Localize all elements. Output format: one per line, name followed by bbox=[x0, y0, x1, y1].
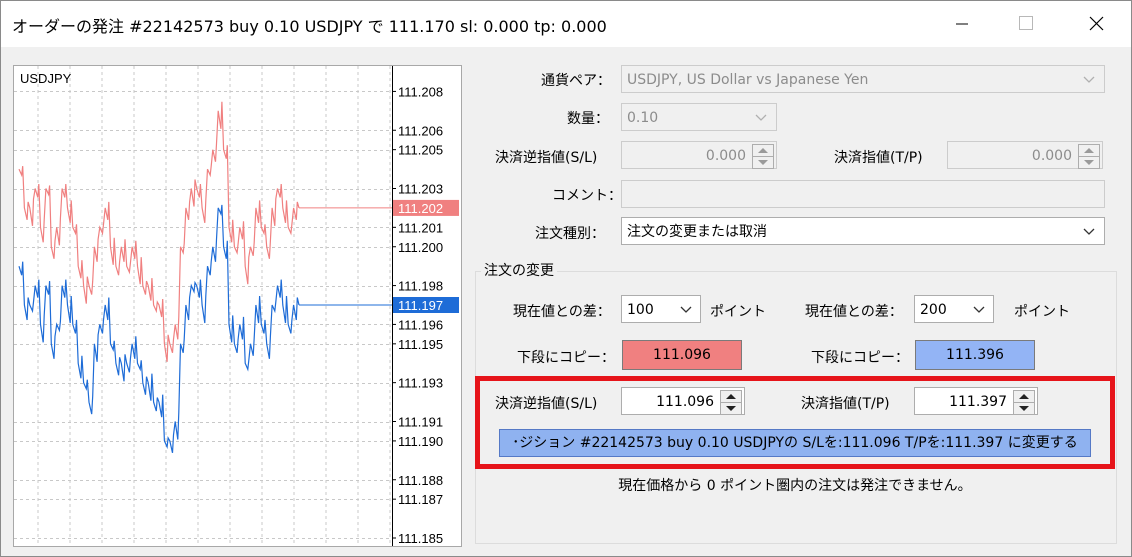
arrow-up-icon bbox=[1019, 394, 1029, 399]
symbol-select[interactable]: USDJPY, US Dollar vs Japanese Yen bbox=[621, 65, 1105, 93]
volume-combo[interactable]: 0.10 bbox=[621, 103, 777, 131]
new-tp-input[interactable]: 111.397 bbox=[914, 387, 1038, 415]
stop-level-note: 現在価格から 0 ポイント圏内の注文は発注できません。 bbox=[618, 478, 972, 494]
diff-value-left: 100 bbox=[627, 302, 654, 318]
arrow-up-icon bbox=[758, 148, 768, 153]
sl-spinner[interactable] bbox=[752, 144, 774, 169]
maximize-icon bbox=[1019, 16, 1033, 30]
arrow-down-icon bbox=[726, 406, 736, 411]
price-label: 111.201 bbox=[398, 220, 443, 235]
chevron-down-icon bbox=[973, 306, 985, 313]
tp-label: 決済指値(T/P) bbox=[834, 150, 923, 166]
ask-price-label: 111.202 bbox=[398, 201, 443, 216]
spin-down-button[interactable] bbox=[720, 402, 742, 415]
price-label: 111.205 bbox=[398, 143, 443, 158]
price-label: 111.206 bbox=[398, 123, 443, 138]
new-tp-label: 決済指値(T/P) bbox=[801, 396, 890, 412]
arrow-down-icon bbox=[1084, 160, 1094, 165]
window-title: オーダーの発注 #22142573 buy 0.10 USDJPY で 111.… bbox=[12, 17, 607, 36]
order-type-select[interactable]: 注文の変更または取消 bbox=[621, 217, 1105, 245]
maximize-button[interactable] bbox=[1002, 1, 1048, 47]
price-label: 111.187 bbox=[398, 492, 443, 507]
chevron-down-icon bbox=[680, 306, 692, 313]
points-label-left: ポイント bbox=[710, 304, 766, 320]
symbol-label: 通貨ペア： bbox=[541, 73, 611, 89]
new-sl-value: 111.096 bbox=[656, 394, 714, 410]
volume-label: 数量： bbox=[567, 111, 609, 127]
symbol-value: USDJPY, US Dollar vs Japanese Yen bbox=[627, 72, 869, 88]
modify-order-button[interactable]: ･ジション #22142573 buy 0.10 USDJPYの S/Lを:11… bbox=[499, 429, 1091, 457]
sl-label: 決済逆指値(S/L) bbox=[495, 150, 598, 166]
price-label: 111.196 bbox=[398, 317, 443, 332]
chart-canvas: 111.208 111.206 111.205 111.203 111.201 111.2… bbox=[14, 66, 459, 546]
diff-label-left: 現在値との差： bbox=[513, 304, 611, 320]
new-sl-input[interactable]: 111.096 bbox=[621, 387, 745, 415]
price-label: 111.191 bbox=[398, 415, 443, 430]
copy-label-right: 下段にコピー： bbox=[811, 350, 909, 366]
spin-down-button[interactable] bbox=[1078, 156, 1100, 169]
order-type-value: 注文の変更または取消 bbox=[627, 224, 767, 240]
price-label: 111.198 bbox=[398, 279, 443, 294]
new-tp-value: 111.397 bbox=[949, 394, 1007, 410]
spin-down-button[interactable] bbox=[1013, 402, 1035, 415]
bid-price-label: 111.197 bbox=[398, 298, 443, 313]
sl-value: 0.000 bbox=[705, 148, 746, 164]
minimize-icon bbox=[956, 23, 968, 25]
chevron-down-icon bbox=[1083, 76, 1095, 83]
tp-input-disabled[interactable]: 0.000 bbox=[947, 141, 1103, 169]
comment-label: コメント： bbox=[552, 188, 622, 204]
arrow-down-icon bbox=[758, 160, 768, 165]
diff-combo-left[interactable]: 100 bbox=[621, 295, 701, 323]
close-button[interactable] bbox=[1073, 1, 1119, 47]
minimize-button[interactable] bbox=[939, 1, 985, 47]
copy-label-left: 下段にコピー： bbox=[517, 350, 615, 366]
chart-symbol-label: USDJPY bbox=[20, 71, 72, 86]
price-label: 111.188 bbox=[398, 473, 443, 488]
sl-input-disabled[interactable]: 0.000 bbox=[621, 141, 777, 169]
tick-chart: 111.208 111.206 111.205 111.203 111.201 111.2… bbox=[13, 65, 462, 547]
price-label: 111.190 bbox=[398, 434, 443, 449]
order-dialog: オーダーの発注 #22142573 buy 0.10 USDJPY で 111.… bbox=[0, 0, 1132, 557]
price-label: 111.185 bbox=[398, 531, 443, 546]
price-label: 111.195 bbox=[398, 337, 443, 352]
price-label: 111.193 bbox=[398, 376, 443, 391]
price-label: 111.200 bbox=[398, 240, 443, 255]
order-type-label: 注文種別： bbox=[535, 226, 605, 242]
bid-line bbox=[18, 204, 300, 454]
modify-group-label: 注文の変更 bbox=[481, 260, 557, 280]
points-label-right: ポイント bbox=[1014, 304, 1070, 320]
title-bar: オーダーの発注 #22142573 buy 0.10 USDJPY で 111.… bbox=[1, 1, 1131, 47]
price-label: 111.208 bbox=[398, 84, 443, 99]
new-sl-spinner[interactable] bbox=[720, 390, 742, 415]
arrow-down-icon bbox=[1019, 406, 1029, 411]
spin-down-button[interactable] bbox=[752, 156, 774, 169]
diff-value-right: 200 bbox=[920, 302, 947, 318]
copy-tp-button[interactable]: 111.396 bbox=[915, 340, 1035, 370]
new-sl-label: 決済逆指値(S/L) bbox=[495, 396, 598, 412]
arrow-up-icon bbox=[726, 394, 736, 399]
chevron-down-icon bbox=[755, 114, 767, 121]
diff-combo-right[interactable]: 200 bbox=[914, 295, 994, 323]
price-label: 111.203 bbox=[398, 182, 443, 197]
comment-input[interactable] bbox=[621, 180, 1105, 208]
tp-value: 0.000 bbox=[1031, 148, 1072, 164]
ask-line bbox=[18, 101, 300, 362]
chevron-down-icon bbox=[1083, 228, 1095, 235]
close-icon bbox=[1089, 16, 1104, 31]
diff-label-right: 現在値との差： bbox=[805, 304, 903, 320]
arrow-up-icon bbox=[1084, 148, 1094, 153]
copy-sl-button[interactable]: 111.096 bbox=[622, 340, 742, 370]
volume-value: 0.10 bbox=[627, 110, 659, 126]
new-tp-spinner[interactable] bbox=[1013, 390, 1035, 415]
tp-spinner[interactable] bbox=[1078, 144, 1100, 169]
